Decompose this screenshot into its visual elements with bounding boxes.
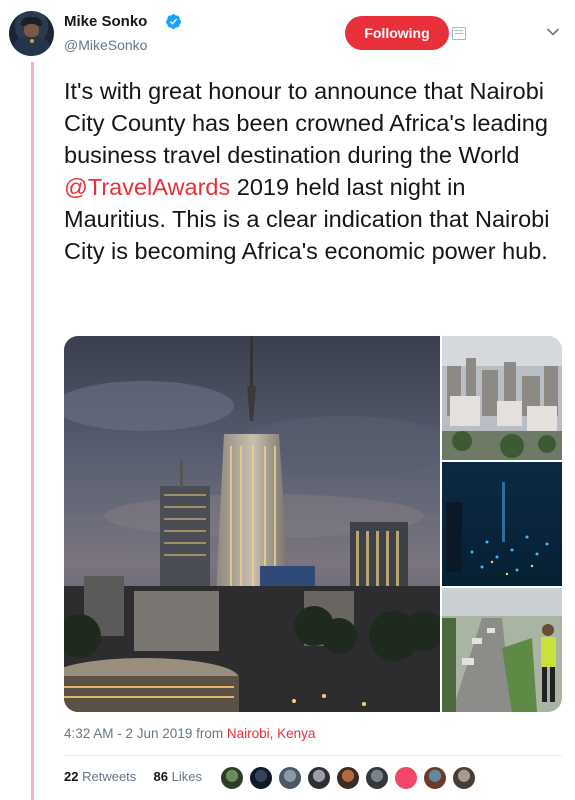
tweet-meta: 4:32 AM - 2 Jun 2019 from Nairobi, Kenya (64, 726, 315, 741)
nairobi-night-lights-image[interactable] (442, 462, 562, 586)
nairobi-road-worker-image[interactable] (442, 588, 562, 712)
thread-line (31, 62, 34, 800)
timestamp[interactable]: 4:32 AM - 2 Jun 2019 (64, 726, 192, 741)
liker-avatar[interactable] (307, 766, 331, 790)
mention-link[interactable]: @TravelAwards (64, 174, 230, 200)
tweet-stats: 22 Retweets 86 Likes (64, 769, 202, 784)
liker-avatar[interactable] (394, 766, 418, 790)
liker-avatar[interactable] (278, 766, 302, 790)
retweets-stat[interactable]: 22 Retweets (64, 769, 136, 784)
location-link[interactable]: Nairobi, Kenya (227, 726, 316, 741)
from-label: from (196, 726, 224, 741)
liker-avatar[interactable] (365, 766, 389, 790)
avatar[interactable] (9, 11, 54, 56)
liker-avatar[interactable] (336, 766, 360, 790)
card-icon[interactable] (452, 27, 466, 40)
author-name[interactable]: Mike Sonko (64, 13, 147, 30)
liker-avatar[interactable] (423, 766, 447, 790)
following-button[interactable]: Following (345, 16, 449, 50)
chevron-down-icon[interactable] (546, 27, 560, 37)
nairobi-city-aerial-image[interactable] (442, 336, 562, 460)
nairobi-skyline-dusk-image[interactable] (64, 336, 440, 712)
liker-avatar[interactable] (220, 766, 244, 790)
divider (64, 755, 562, 756)
liker-avatar[interactable] (452, 766, 476, 790)
tweet-text: It's with great honour to announce that … (64, 78, 550, 264)
verified-badge-icon (166, 14, 181, 29)
likes-stat[interactable]: 86 Likes (154, 769, 202, 784)
media-grid (64, 336, 562, 712)
author-handle[interactable]: @MikeSonko (64, 37, 147, 53)
liker-avatar[interactable] (249, 766, 273, 790)
